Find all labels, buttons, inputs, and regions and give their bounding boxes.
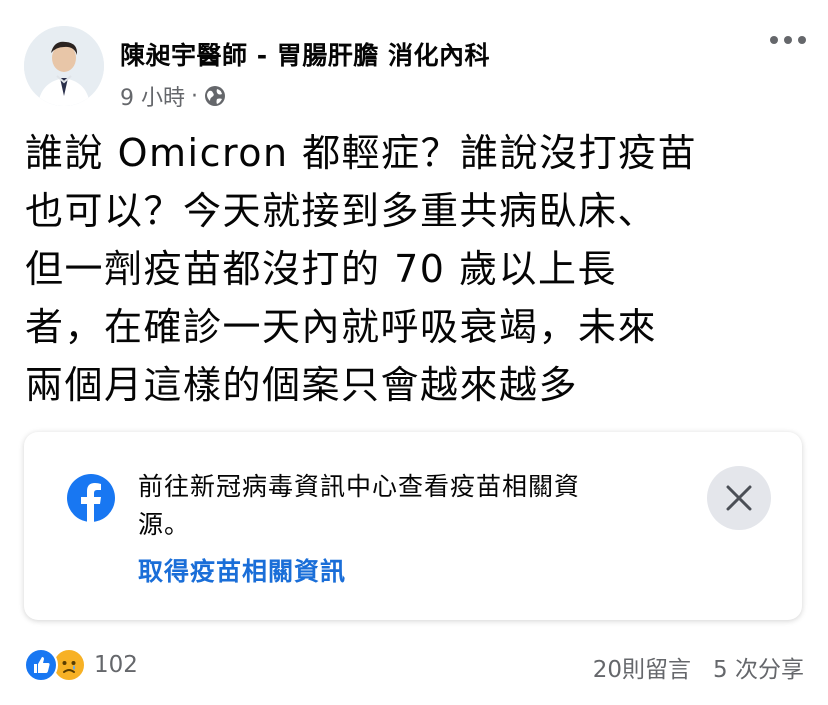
- post-body: 誰說 Omicron 都輕症？誰說沒打疫苗 也可以？今天就接到多重共病臥床、 但…: [25, 124, 805, 414]
- avatar-image: [24, 26, 104, 106]
- reactions-summary[interactable]: 102: [24, 648, 138, 682]
- shares-count-link[interactable]: 5 次分享: [713, 650, 804, 684]
- post-time[interactable]: 9 小時: [120, 80, 185, 112]
- post-text-line: 兩個月這樣的個案只會越來越多: [25, 363, 579, 407]
- avatar[interactable]: [24, 26, 104, 106]
- close-icon: [726, 485, 752, 511]
- facebook-icon: [67, 474, 115, 522]
- author-name[interactable]: 陳昶宇醫師 - 胃腸肝膽 消化內科: [120, 36, 490, 72]
- post-text-line: 誰說 Omicron 都輕症？誰說沒打疫苗: [25, 131, 698, 175]
- post-text-line: 但一劑疫苗都沒打的 70 歲以上長: [25, 247, 618, 291]
- info-card-text-line: 前往新冠病毒資訊中心查看疫苗相關資: [138, 472, 581, 501]
- like-icon: [24, 648, 58, 682]
- covid-info-card: 前往新冠病毒資訊中心查看疫苗相關資 源。 取得疫苗相關資訊: [24, 432, 802, 620]
- close-card-button[interactable]: [707, 466, 771, 530]
- post-meta: 9 小時 ·: [120, 80, 226, 112]
- post-footer: 102 20則留言 5 次分享: [24, 648, 804, 684]
- more-dot: [784, 36, 792, 44]
- post-text-line: 者，在確診一天內就呼吸衰竭，未來: [25, 305, 658, 349]
- vaccine-info-link[interactable]: 取得疫苗相關資訊: [138, 552, 346, 588]
- reaction-count: 102: [94, 652, 138, 678]
- globe-icon: [204, 85, 226, 107]
- engagement-stats: 20則留言 5 次分享: [593, 650, 804, 684]
- info-card-text-line: 源。: [138, 510, 191, 539]
- more-dot: [798, 36, 806, 44]
- more-options-button[interactable]: [770, 36, 806, 44]
- meta-separator: ·: [191, 83, 198, 109]
- info-card-message: 前往新冠病毒資訊中心查看疫苗相關資 源。: [138, 468, 668, 544]
- post-text-line: 也可以？今天就接到多重共病臥床、: [25, 189, 658, 233]
- comments-count-link[interactable]: 20則留言: [593, 650, 691, 684]
- more-dot: [770, 36, 778, 44]
